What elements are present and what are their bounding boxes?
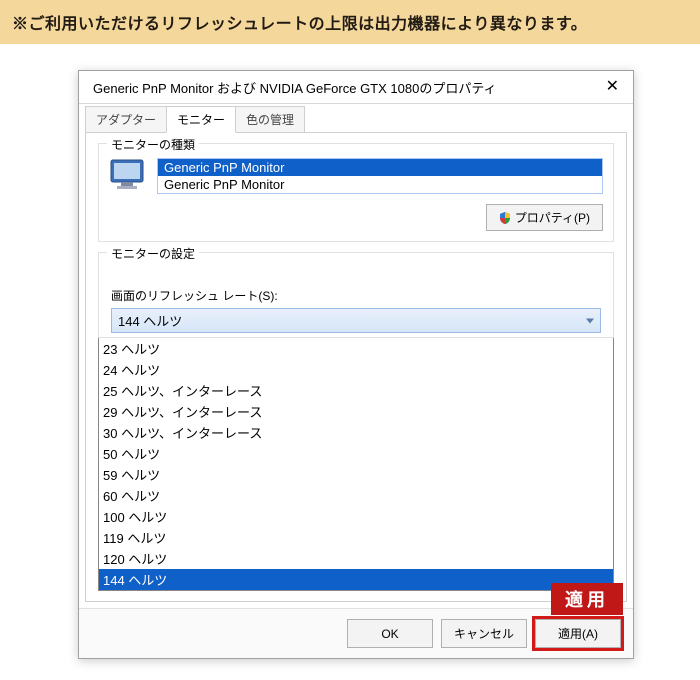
properties-button-label: プロパティ(P): [515, 209, 590, 226]
ok-button[interactable]: OK: [347, 619, 433, 648]
monitor-settings-group: モニターの設定 画面のリフレッシュ レート(S): 144 ヘルツ: [98, 252, 614, 338]
refresh-rate-option[interactable]: 59 ヘルツ: [99, 464, 613, 485]
tab-body: モニターの種類 Generic PnP Monitor Generic PnP …: [85, 132, 627, 602]
refresh-rate-selected-value: 144 ヘルツ: [118, 314, 182, 329]
tab-color-management[interactable]: 色の管理: [235, 106, 305, 133]
refresh-rate-select[interactable]: 144 ヘルツ: [111, 308, 601, 333]
dialog-footer: OK キャンセル 適用 適用(A): [79, 608, 633, 658]
apply-button[interactable]: 適用(A): [535, 619, 621, 648]
note-banner: ※ご利用いただけるリフレッシュレートの上限は出力機器により異なります。: [0, 0, 700, 44]
monitor-icon: [109, 158, 151, 194]
refresh-rate-option[interactable]: 119 ヘルツ: [99, 527, 613, 548]
tabstrip: アダプター モニター 色の管理: [79, 104, 633, 133]
refresh-rate-option[interactable]: 30 ヘルツ、インターレース: [99, 422, 613, 443]
tab-monitor[interactable]: モニター: [166, 106, 236, 133]
monitor-type-group: モニターの種類 Generic PnP Monitor Generic PnP …: [98, 143, 614, 242]
refresh-rate-dropdown-list[interactable]: 23 ヘルツ 24 ヘルツ 25 ヘルツ、インターレース 29 ヘルツ、インター…: [98, 338, 614, 591]
apply-callout-flag: 適用: [551, 583, 623, 615]
close-icon[interactable]: ✕: [600, 77, 625, 97]
dialog-title: Generic PnP Monitor および NVIDIA GeForce G…: [93, 78, 497, 97]
cancel-button[interactable]: キャンセル: [441, 619, 527, 648]
monitor-list-item[interactable]: Generic PnP Monitor: [158, 176, 602, 193]
monitor-listbox[interactable]: Generic PnP Monitor Generic PnP Monitor: [157, 158, 603, 194]
tab-adapter[interactable]: アダプター: [85, 106, 167, 133]
refresh-rate-option[interactable]: 29 ヘルツ、インターレース: [99, 401, 613, 422]
refresh-rate-option[interactable]: 50 ヘルツ: [99, 443, 613, 464]
refresh-rate-option[interactable]: 144 ヘルツ: [99, 569, 613, 590]
refresh-rate-option[interactable]: 120 ヘルツ: [99, 548, 613, 569]
refresh-rate-label: 画面のリフレッシュ レート(S):: [111, 287, 601, 304]
properties-dialog: Generic PnP Monitor および NVIDIA GeForce G…: [78, 70, 634, 659]
refresh-rate-option[interactable]: 25 ヘルツ、インターレース: [99, 380, 613, 401]
monitor-list-item[interactable]: Generic PnP Monitor: [158, 159, 602, 176]
titlebar: Generic PnP Monitor および NVIDIA GeForce G…: [79, 71, 633, 104]
refresh-rate-option[interactable]: 100 ヘルツ: [99, 506, 613, 527]
refresh-rate-option[interactable]: 24 ヘルツ: [99, 359, 613, 380]
monitor-settings-label: モニターの設定: [107, 245, 199, 262]
properties-button[interactable]: プロパティ(P): [486, 204, 603, 231]
monitor-type-label: モニターの種類: [107, 136, 199, 153]
refresh-rate-option[interactable]: 23 ヘルツ: [99, 338, 613, 359]
shield-icon: [499, 212, 511, 224]
refresh-rate-option[interactable]: 60 ヘルツ: [99, 485, 613, 506]
